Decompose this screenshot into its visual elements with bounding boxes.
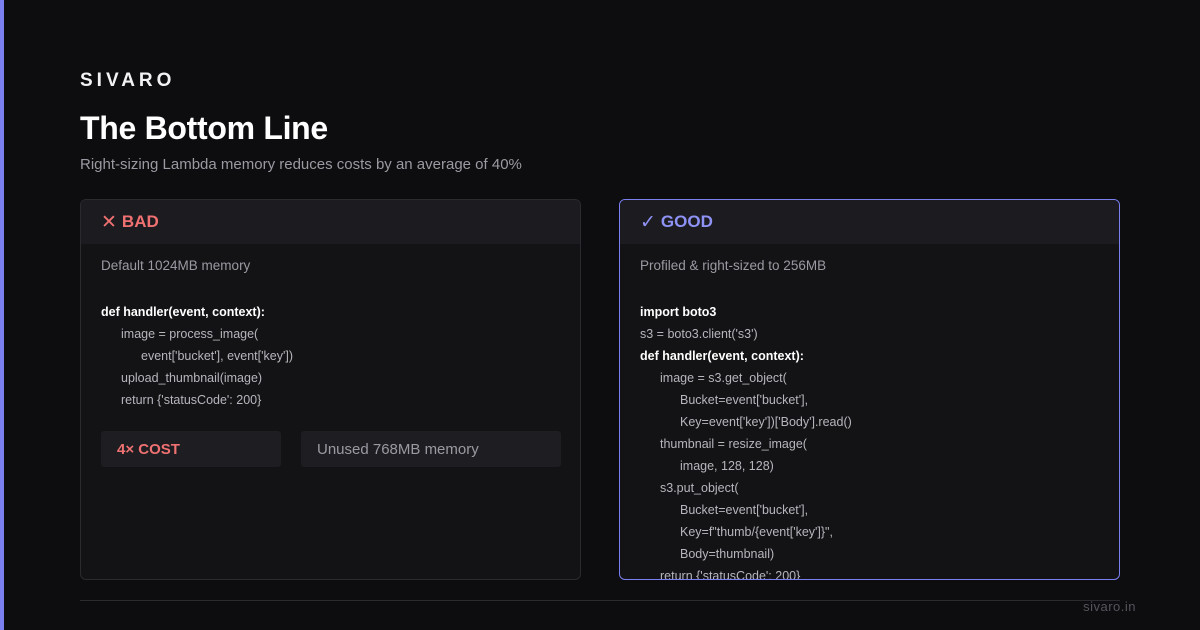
page-subtitle: Right-sizing Lambda memory reduces costs… <box>80 156 522 173</box>
code-line: thumbnail = resize_image( <box>660 437 807 451</box>
code-line: def handler(event, context): <box>101 305 265 319</box>
cost-badge: 4× COST <box>101 431 281 467</box>
bad-code-block: def handler(event, context): image = pro… <box>81 288 580 411</box>
good-panel: ✓ GOOD Profiled & right-sized to 256MB i… <box>619 199 1120 580</box>
good-label: GOOD <box>660 212 713 231</box>
page-title: The Bottom Line <box>80 110 328 146</box>
bad-label: BAD <box>121 212 159 231</box>
unused-memory-badge: Unused 768MB memory <box>301 431 561 467</box>
bad-metrics: 4× COST Unused 768MB memory <box>101 431 561 467</box>
code-line: image = s3.get_object( <box>660 371 787 385</box>
footer-divider <box>80 600 1120 601</box>
code-line: image = process_image( <box>121 327 259 341</box>
code-line: return {'statusCode': 200} <box>660 569 801 580</box>
check-icon: ✓ <box>640 211 656 233</box>
code-line: Key=f"thumb/{event['key']}", <box>680 525 833 539</box>
code-line: s3 = boto3.client('s3') <box>640 327 758 341</box>
code-line: s3.put_object( <box>660 481 739 495</box>
x-icon: ✕ <box>101 211 117 233</box>
code-line: Bucket=event['bucket'], <box>680 503 809 517</box>
good-description: Profiled & right-sized to 256MB <box>640 258 827 273</box>
code-line: Key=event['key'])['Body'].read() <box>680 415 852 429</box>
good-code-block: import boto3 s3 = boto3.client('s3') def… <box>620 288 1119 580</box>
code-line: image, 128, 128) <box>680 459 774 473</box>
bad-description: Default 1024MB memory <box>101 258 251 273</box>
brand-logo: SIVARO <box>80 70 176 91</box>
good-panel-header: ✓ GOOD <box>620 200 1119 244</box>
accent-bar <box>0 0 4 630</box>
code-line: upload_thumbnail(image) <box>121 371 263 385</box>
code-line: return {'statusCode': 200} <box>121 393 262 407</box>
footer-url: sivaro.in <box>1083 599 1136 614</box>
bad-panel-header: ✕ BAD <box>81 200 580 244</box>
code-line: Body=thumbnail) <box>680 547 775 561</box>
code-line: import boto3 <box>640 305 717 319</box>
code-line: Bucket=event['bucket'], <box>680 393 809 407</box>
bad-panel: ✕ BAD Default 1024MB memory def handler(… <box>80 199 581 580</box>
code-line: event['bucket'], event['key']) <box>141 349 293 363</box>
code-line: def handler(event, context): <box>640 349 804 363</box>
